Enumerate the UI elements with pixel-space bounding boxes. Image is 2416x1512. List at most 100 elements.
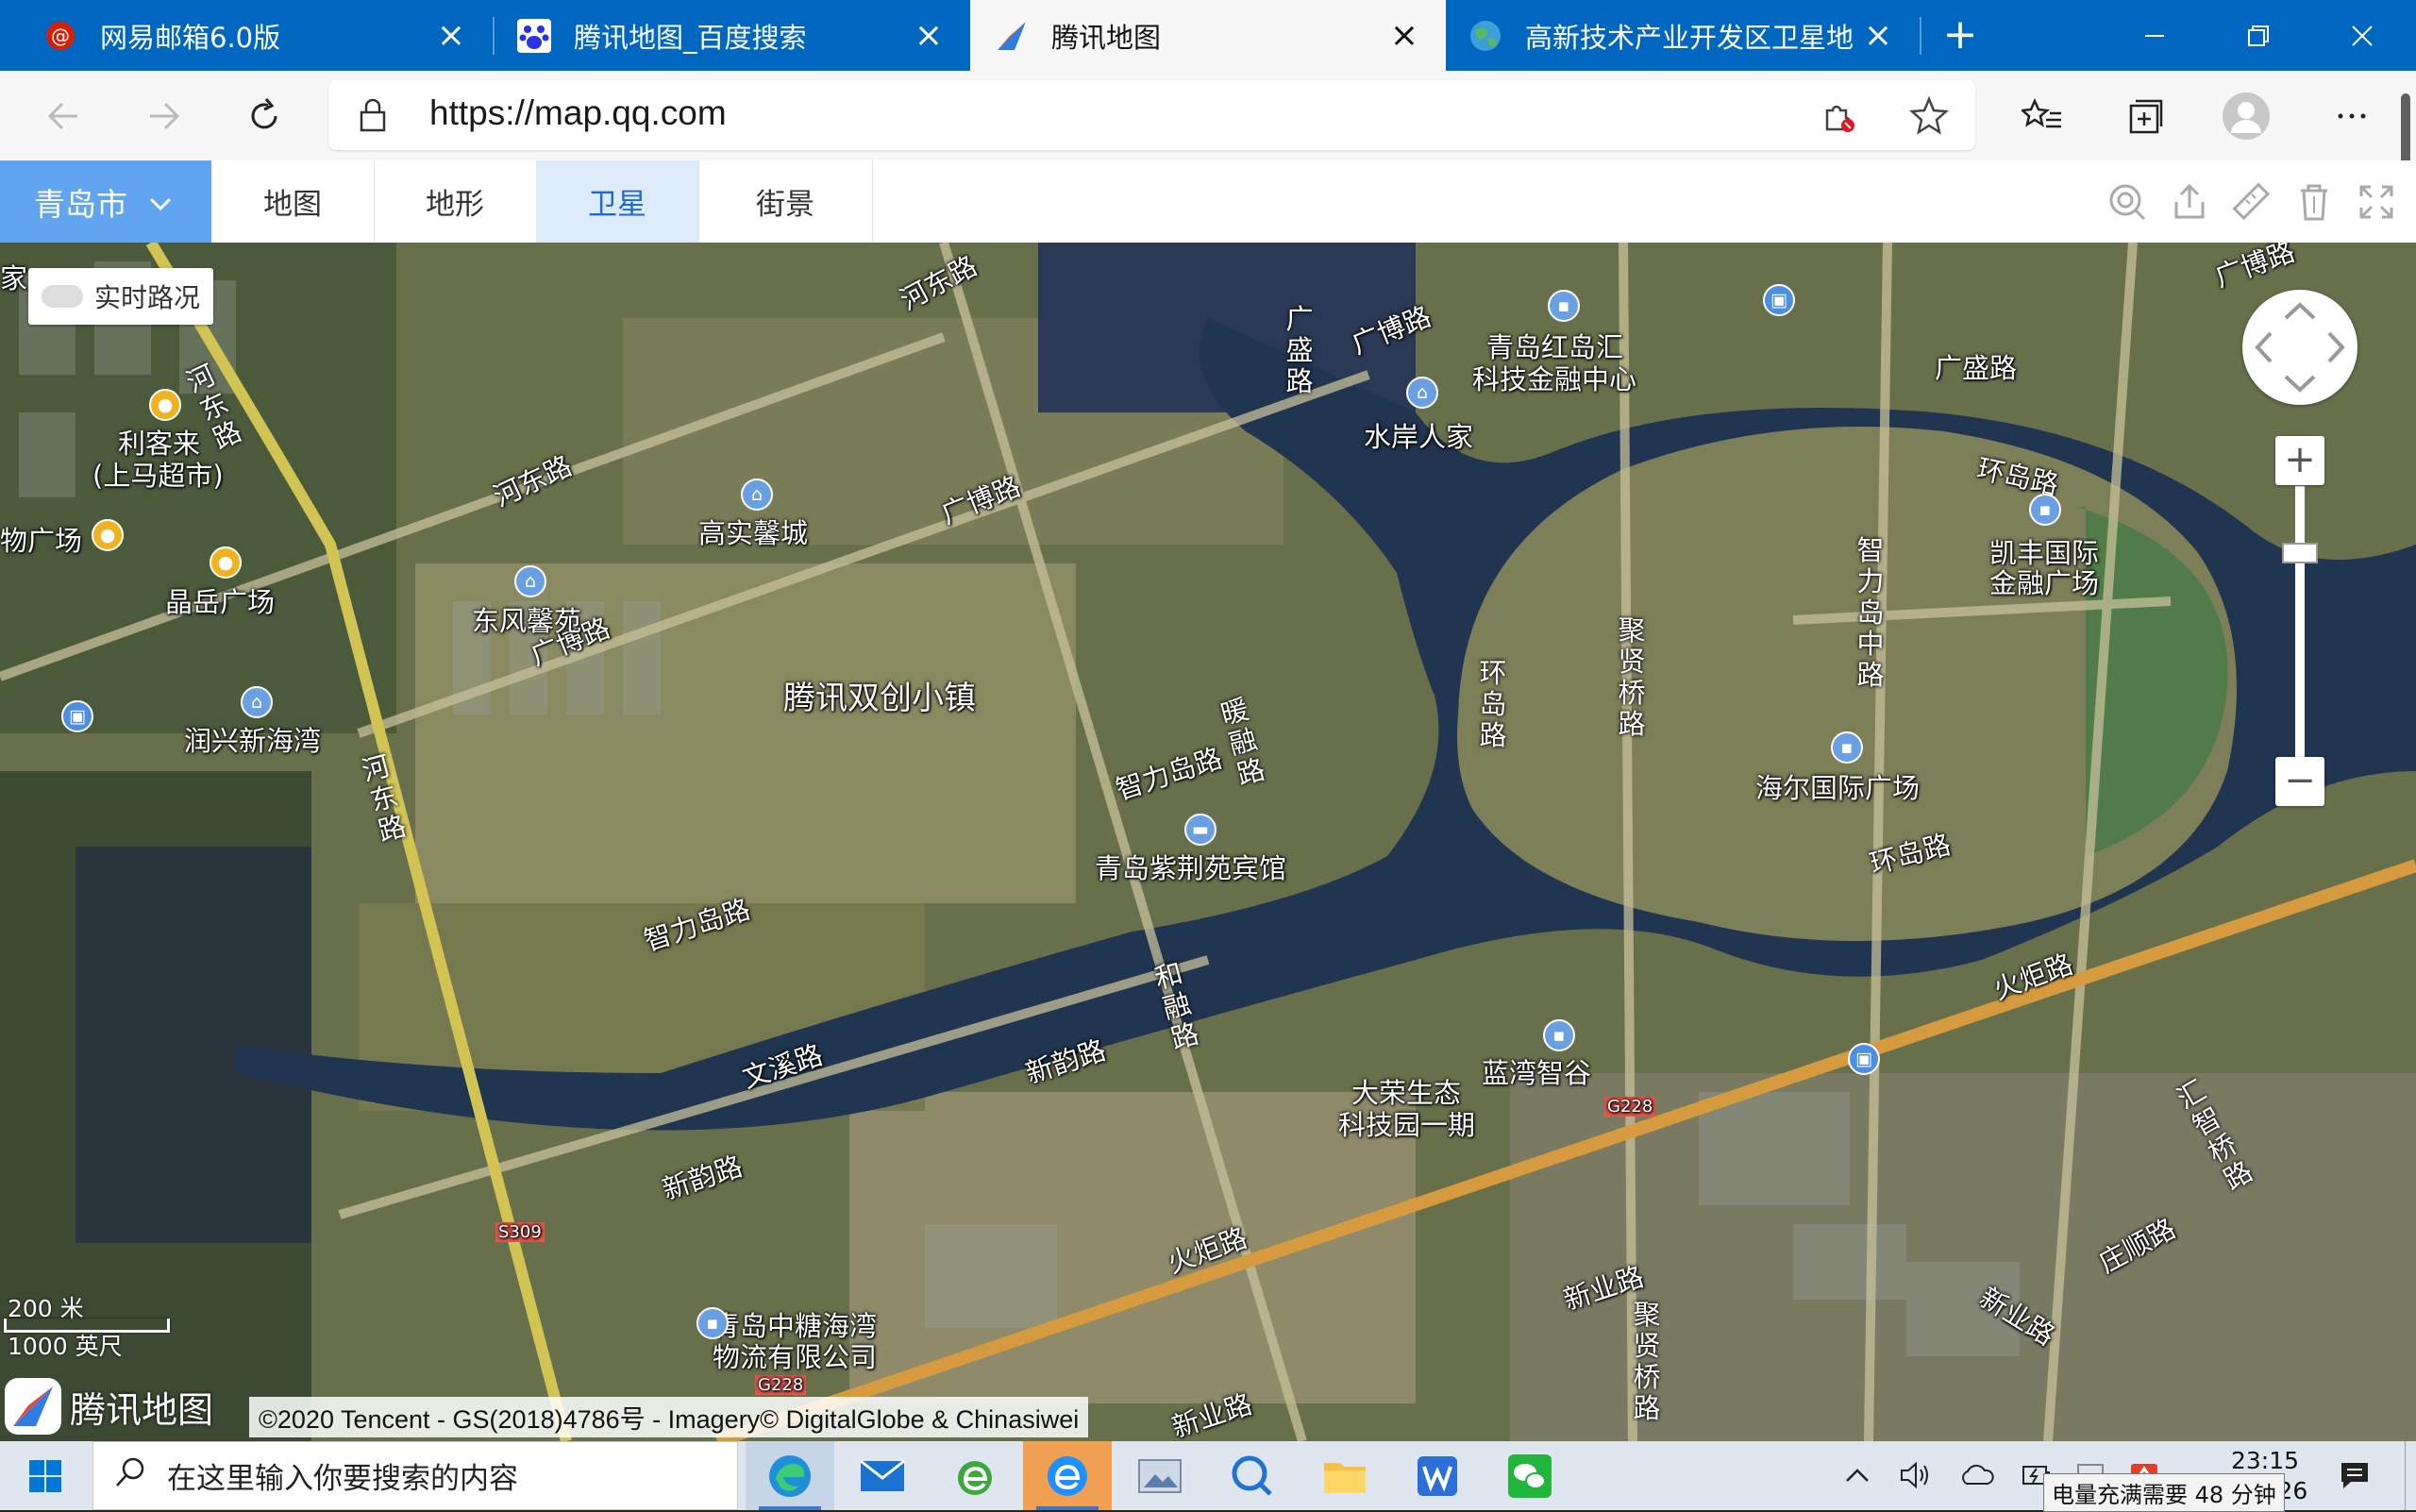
edge-icon (769, 1454, 811, 1497)
tab-divider (493, 17, 495, 55)
map-label: 腾讯双创小镇 (783, 680, 976, 717)
map-label: 科技金融中心 (1472, 363, 1637, 395)
residence-poi-icon[interactable]: ⌂ (741, 479, 773, 511)
lock-icon[interactable] (357, 97, 389, 137)
show-desktop-button[interactable] (2405, 1441, 2416, 1510)
taskbar-search-box[interactable]: 在这里输入你要搜索的内容 (92, 1441, 738, 1510)
bus-stop-icon[interactable]: ▣ (1763, 284, 1795, 316)
ie-taskbar-button[interactable] (931, 1441, 1019, 1510)
restore-button[interactable] (2206, 0, 2310, 71)
file-explorer-taskbar-button[interactable] (1300, 1441, 1389, 1510)
new-tab-button[interactable]: + (1937, 11, 1984, 59)
search-app-taskbar-button[interactable] (1208, 1441, 1297, 1510)
ruler-icon[interactable] (2231, 181, 2273, 223)
building-poi-icon[interactable]: ▪ (696, 1307, 729, 1339)
folder-icon (1324, 1462, 1366, 1493)
tab-baidu-search[interactable]: 腾讯地图_百度搜索 × (496, 0, 970, 71)
map-label: 家 (0, 262, 28, 294)
minimize-button[interactable] (2103, 0, 2206, 71)
favorite-star-icon[interactable] (1908, 95, 1950, 139)
map-label: 智力岛中路 (1856, 534, 1885, 691)
tab-map[interactable]: 地图 (211, 160, 375, 243)
hotel-poi-icon[interactable]: ▬ (1184, 814, 1216, 846)
shopping-poi-icon[interactable]: ● (149, 389, 181, 421)
zoom-in-button[interactable]: + (2275, 436, 2324, 485)
browser-e-icon (1048, 1455, 1087, 1496)
city-selector[interactable]: 青岛市 (0, 160, 211, 243)
fullscreen-icon[interactable] (2356, 181, 2397, 223)
wps-writer-icon (1418, 1455, 1457, 1496)
show-hidden-icons-chevron-up-icon[interactable] (1838, 1456, 1876, 1494)
refresh-button[interactable] (238, 90, 291, 143)
map-label: 物流有限公司 (713, 1341, 878, 1373)
bus-stop-icon[interactable]: ▣ (1848, 1043, 1880, 1075)
residence-poi-icon[interactable]: ⌂ (1406, 377, 1438, 409)
traffic-label: 实时路况 (94, 282, 201, 313)
windows-logo-icon (29, 1459, 61, 1492)
residence-poi-icon[interactable]: ⌂ (241, 686, 273, 718)
forward-button[interactable] (137, 90, 190, 143)
tab-satellite-map[interactable]: 高新技术产业开发区卫星地 × (1446, 0, 1920, 71)
map-label: 物广场 (0, 525, 83, 557)
close-tab-icon[interactable]: × (432, 17, 470, 55)
shopping-poi-icon[interactable]: ● (92, 519, 124, 551)
back-button[interactable] (38, 90, 91, 143)
notification-center-icon[interactable] (2336, 1456, 2374, 1494)
tab-label: 腾讯地图 (1051, 21, 1162, 54)
wechat-taskbar-button[interactable] (1485, 1441, 1574, 1510)
shopping-poi-icon[interactable]: ● (210, 546, 242, 579)
extension-blocked-icon[interactable] (1820, 97, 1857, 139)
trash-icon[interactable] (2293, 181, 2335, 223)
bus-stop-icon[interactable]: ▣ (61, 700, 93, 732)
highway-shield: G228 (1604, 1097, 1656, 1117)
tab-satellite[interactable]: 卫星 (536, 160, 699, 243)
browser-taskbar-button[interactable] (1023, 1441, 1112, 1510)
building-poi-icon[interactable]: ▪ (1543, 1019, 1575, 1051)
url-field[interactable]: https://map.qq.com (328, 80, 1975, 150)
chat-search-icon (1232, 1455, 1272, 1496)
tab-netease-mail[interactable]: @ 网易邮箱6.0版 × (0, 0, 493, 71)
profile-avatar[interactable] (2220, 90, 2273, 143)
clock-time: 23:15 (2230, 1447, 2300, 1474)
satellite-map[interactable]: 实时路况 河东路 河东路 广博路 广博路 广博路 广博路 广盛路 广盛路 青岛红… (0, 243, 2416, 1441)
building-poi-icon[interactable]: ▪ (1831, 731, 1863, 764)
wechat-icon (1508, 1453, 1552, 1498)
zoom-out-button[interactable]: − (2275, 757, 2324, 806)
tab-terrain[interactable]: 地形 (374, 160, 537, 243)
mail-taskbar-button[interactable] (838, 1441, 927, 1510)
active-app-indicator (1036, 1506, 1099, 1510)
tab-tencent-map[interactable]: 腾讯地图 × (970, 0, 1446, 71)
pan-compass[interactable] (2242, 290, 2357, 405)
close-tab-icon[interactable]: × (910, 17, 948, 55)
onedrive-cloud-icon[interactable] (1958, 1456, 1996, 1494)
tencent-map-logo: 腾讯地图 (4, 1375, 213, 1437)
more-menu-button[interactable] (2325, 90, 2378, 143)
traffic-toggle-icon (42, 285, 83, 308)
chevron-down-icon (148, 183, 173, 220)
building-poi-icon[interactable]: ▪ (1548, 290, 1580, 322)
residence-poi-icon[interactable]: ⌂ (514, 565, 546, 597)
panorama-search-icon[interactable] (2106, 181, 2148, 223)
map-label: 广盛路 (1935, 352, 2018, 384)
close-tab-icon[interactable]: × (1859, 17, 1897, 55)
tab-street-view[interactable]: 街景 (698, 160, 873, 243)
map-label: 蓝湾智谷 (1482, 1057, 1592, 1089)
close-tab-icon[interactable]: × (1385, 17, 1423, 55)
favorites-list-button[interactable] (2016, 90, 2069, 143)
start-button[interactable] (0, 1441, 91, 1510)
edge-taskbar-button[interactable] (746, 1441, 834, 1510)
zoom-slider-knob[interactable] (2282, 543, 2318, 563)
brand-text: 腾讯地图 (70, 1388, 214, 1431)
building-poi-icon[interactable]: ▪ (2029, 494, 2061, 526)
photos-taskbar-button[interactable] (1116, 1441, 1204, 1510)
search-placeholder: 在这里输入你要搜索的内容 (167, 1462, 518, 1496)
map-label: 润兴新海湾 (184, 725, 322, 757)
collections-button[interactable] (2118, 90, 2171, 143)
live-traffic-toggle[interactable]: 实时路况 (28, 268, 214, 325)
close-window-button[interactable] (2310, 0, 2414, 71)
zoom-slider-rail[interactable] (2295, 486, 2305, 788)
share-icon[interactable] (2169, 181, 2210, 223)
url-text: https://map.qq.com (429, 93, 727, 132)
volume-icon[interactable] (1897, 1456, 1935, 1494)
wps-taskbar-button[interactable] (1393, 1441, 1482, 1510)
